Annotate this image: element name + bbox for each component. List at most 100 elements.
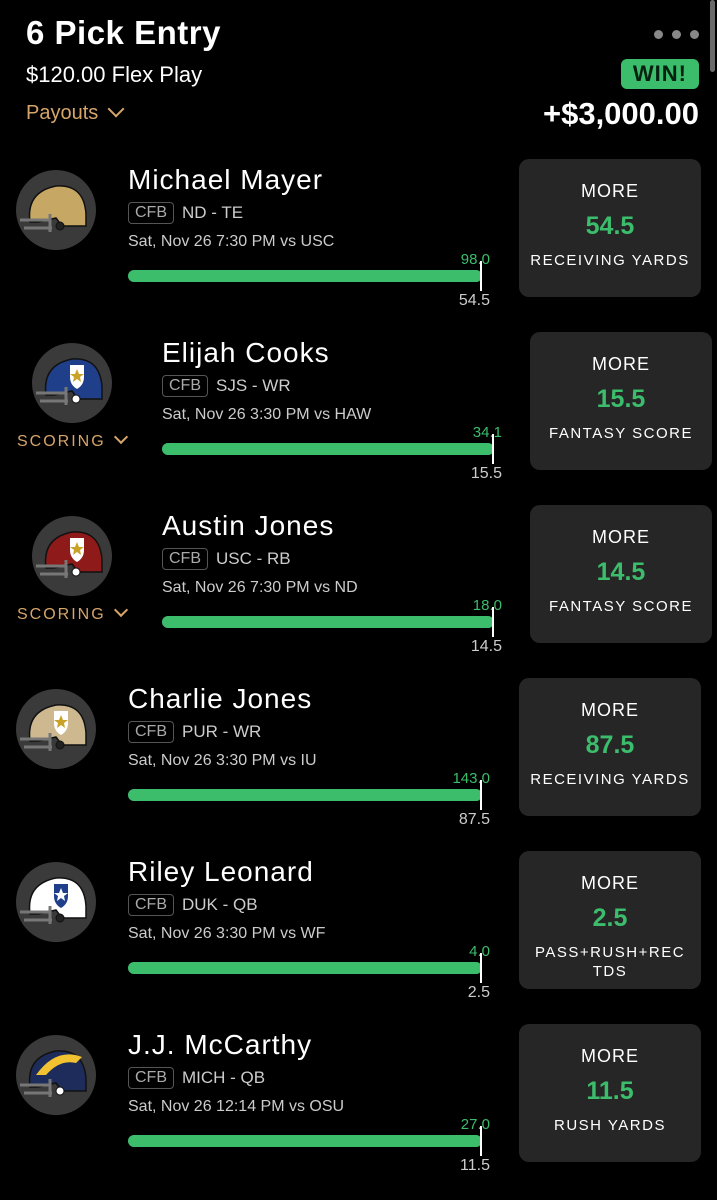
team-position: PUR - WR: [182, 722, 262, 741]
game-time: Sat, Nov 26 3:30 PM vs IU: [128, 752, 317, 769]
pick-row[interactable]: Elijah Cooks CFB SJS - WR Sat, Nov 26 3:30 …: [0, 323, 717, 496]
scoring-toggle[interactable]: SCORING: [17, 602, 128, 624]
scoring-label: SCORING: [17, 433, 106, 450]
league-tag: CFB: [128, 1067, 174, 1089]
stat-type: RECEIVING YARDS: [530, 252, 690, 269]
team-position: DUK - QB: [182, 895, 258, 914]
pick-card[interactable]: MORE 14.5 FANTASY SCORE: [530, 505, 712, 643]
pick-row[interactable]: J.J. McCarthy CFB MICH - QB Sat, Nov 26 12:…: [0, 1015, 717, 1188]
pick-direction: MORE: [581, 873, 639, 893]
result-amount: +$3,000.00: [542, 96, 699, 131]
league-tag: CFB: [128, 202, 174, 224]
progress-fill: [128, 270, 482, 282]
helmet-icon: [32, 516, 112, 596]
progress-fill: [162, 443, 494, 455]
pick-row[interactable]: Charlie Jones CFB PUR - WR Sat, Nov 26 3:30…: [0, 669, 717, 842]
progress-fill: [162, 616, 494, 628]
team-position: SJS - WR: [216, 376, 291, 395]
pick-direction: MORE: [581, 181, 639, 201]
progress-bar: [128, 1126, 482, 1156]
progress-bar: [128, 780, 482, 810]
line-value: 87.5: [458, 811, 490, 828]
stat-type: PASS+RUSH+REC TDS: [534, 944, 686, 980]
actual-value: 27.0: [460, 1116, 490, 1133]
pick-line: 15.5: [596, 385, 646, 413]
line-value: 54.5: [458, 292, 490, 309]
progress-fill: [128, 789, 482, 801]
pick-card[interactable]: MORE 87.5 RECEIVING YARDS: [519, 678, 701, 816]
team-position: USC - RB: [216, 549, 291, 568]
pick-line: 54.5: [585, 212, 635, 240]
line-marker: [480, 953, 482, 983]
chevron-down-icon: [113, 602, 128, 618]
progress-fill: [128, 962, 482, 974]
pick-line: 11.5: [586, 1077, 634, 1105]
pick-line: 14.5: [596, 558, 646, 586]
progress-fill: [128, 1135, 482, 1147]
page-title: 6 Pick Entry: [26, 14, 221, 51]
game-time: Sat, Nov 26 3:30 PM vs WF: [128, 925, 326, 942]
team-position: ND - TE: [182, 203, 244, 222]
game-time: Sat, Nov 26 3:30 PM vs HAW: [162, 406, 372, 423]
pick-direction: MORE: [581, 700, 639, 720]
payouts-label: Payouts: [26, 102, 99, 124]
player-name: Charlie Jones: [128, 683, 313, 714]
pick-row[interactable]: Michael Mayer CFB ND - TE Sat, Nov 26 7:30 …: [0, 150, 717, 323]
chevron-down-icon: [113, 429, 128, 445]
pick-row[interactable]: Riley Leonard CFB DUK - QB Sat, Nov 26 3:30…: [0, 842, 717, 1015]
progress-bar: [162, 607, 494, 637]
league-tag: CFB: [162, 548, 208, 570]
progress-bar: [128, 261, 482, 291]
pick-card[interactable]: MORE 2.5 PASS+RUSH+REC TDS: [519, 851, 701, 989]
line-value: 15.5: [470, 465, 502, 482]
helmet-icon: [16, 862, 96, 942]
line-marker: [492, 607, 494, 637]
line-marker: [480, 261, 482, 291]
scrollbar[interactable]: [710, 0, 715, 72]
league-tag: CFB: [128, 721, 174, 743]
pick-card[interactable]: MORE 11.5 RUSH YARDS: [519, 1024, 701, 1162]
entry-header: 6 Pick Entry $120.00 Flex Play Payouts W…: [0, 0, 717, 150]
player-meta: CFB DUK - QB: [128, 894, 258, 916]
game-time: Sat, Nov 26 7:30 PM vs ND: [162, 579, 358, 596]
pick-row[interactable]: Austin Jones CFB USC - RB Sat, Nov 26 7:30 …: [0, 496, 717, 669]
league-tag: CFB: [128, 894, 174, 916]
more-options-icon[interactable]: [654, 30, 699, 39]
scoring-label: SCORING: [17, 606, 106, 623]
chevron-down-icon: [107, 100, 125, 118]
actual-value: 34.1: [472, 424, 502, 441]
game-time: Sat, Nov 26 12:14 PM vs OSU: [128, 1098, 345, 1115]
actual-value: 18.0: [472, 597, 502, 614]
progress-bar: [128, 953, 482, 983]
line-value: 11.5: [460, 1157, 490, 1174]
team-position: MICH - QB: [182, 1068, 266, 1087]
line-value: 14.5: [470, 638, 502, 655]
helmet-icon: [16, 1035, 96, 1115]
actual-value: 4.0: [469, 943, 490, 960]
helmet-icon: [16, 689, 96, 769]
pick-card[interactable]: MORE 54.5 RECEIVING YARDS: [519, 159, 701, 297]
actual-value: 98.0: [460, 251, 490, 268]
pick-direction: MORE: [581, 1046, 639, 1066]
line-value: 2.5: [467, 984, 490, 1001]
pick-direction: MORE: [592, 527, 650, 547]
pick-line: 2.5: [592, 904, 628, 932]
scoring-toggle[interactable]: SCORING: [17, 429, 128, 451]
player-name: Elijah Cooks: [162, 337, 330, 368]
player-name: Michael Mayer: [128, 164, 324, 195]
pick-card[interactable]: MORE 15.5 FANTASY SCORE: [530, 332, 712, 470]
line-marker: [492, 434, 494, 464]
player-name: Riley Leonard: [128, 856, 314, 887]
result-badge: WIN!: [620, 59, 699, 89]
pick-line: 87.5: [585, 731, 635, 759]
payouts-toggle[interactable]: Payouts: [26, 100, 125, 125]
league-tag: CFB: [162, 375, 208, 397]
progress-bar: [162, 434, 494, 464]
player-meta: CFB USC - RB: [162, 548, 291, 570]
pick-direction: MORE: [592, 354, 650, 374]
player-meta: CFB PUR - WR: [128, 721, 261, 743]
actual-value: 143.0: [452, 770, 490, 787]
entry-subtitle: $120.00 Flex Play: [26, 62, 203, 87]
stat-type: FANTASY SCORE: [549, 598, 693, 615]
game-time: Sat, Nov 26 7:30 PM vs USC: [128, 233, 335, 250]
